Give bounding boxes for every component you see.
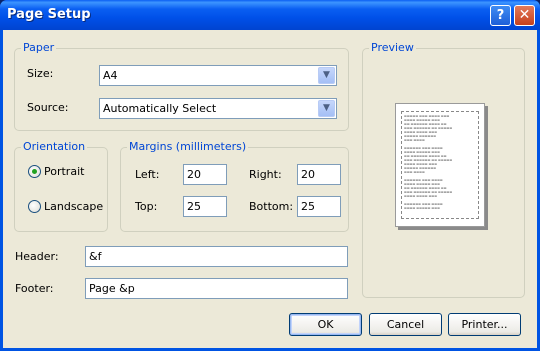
footer-label: Footer: [15,282,54,295]
page-setup-dialog: Page Setup ? ✕ Paper Size: A4 ▼ Source: … [0,0,540,351]
preview-page-content: ▬▬▬▬▬ ▬▬▬ ▬▬▬▬ ▬▬▬ ▬▬▬▬ ▬▬▬▬▬ ▬▬▬ ▬▬ ▬▬▬▬▬… [401,111,479,219]
size-label: Size: [27,67,54,80]
radio-selected-dot [32,169,37,174]
right-margin-label: Right: [249,168,282,181]
size-select[interactable]: A4 ▼ [99,65,337,86]
left-margin-input[interactable]: 20 [183,164,227,185]
landscape-radio[interactable] [28,200,41,213]
close-icon: ✕ [518,7,531,23]
portrait-radio[interactable] [28,165,41,178]
chevron-down-icon[interactable]: ▼ [318,100,335,117]
title-bar[interactable]: Page Setup ? ✕ [0,0,540,30]
left-margin-label: Left: [135,168,160,181]
chevron-down-icon[interactable]: ▼ [318,67,335,84]
margins-legend: Margins (millimeters) [127,140,249,153]
right-margin-input[interactable]: 20 [297,164,341,185]
size-select-value: A4 [103,69,118,82]
top-margin-input[interactable]: 25 [183,196,227,217]
bottom-margin-label: Bottom: [249,200,294,213]
paper-legend: Paper [21,41,57,54]
preview-page-thumbnail: ▬▬▬▬▬ ▬▬▬ ▬▬▬▬ ▬▬▬ ▬▬▬▬ ▬▬▬▬▬ ▬▬▬ ▬▬ ▬▬▬▬▬… [395,103,485,227]
header-input[interactable]: &f [85,246,348,267]
help-button[interactable]: ? [490,5,511,26]
orientation-group: Orientation [14,140,108,232]
landscape-label[interactable]: Landscape [44,200,103,213]
help-icon: ? [496,8,505,23]
cancel-button[interactable]: Cancel [369,313,442,336]
source-select-value: Automatically Select [103,102,217,115]
window-title: Page Setup [7,7,91,22]
margins-group: Margins (millimeters) [120,140,349,232]
footer-input[interactable]: Page &p [85,278,348,299]
source-label: Source: [27,101,69,114]
printer-button[interactable]: Printer... [448,313,521,336]
portrait-label[interactable]: Portrait [44,165,84,178]
ok-button[interactable]: OK [289,313,362,336]
bottom-margin-input[interactable]: 25 [297,196,341,217]
orientation-legend: Orientation [21,140,88,153]
source-select[interactable]: Automatically Select ▼ [99,98,337,119]
header-label: Header: [15,250,59,263]
close-button[interactable]: ✕ [514,5,535,26]
preview-legend: Preview [369,41,416,54]
top-margin-label: Top: [135,200,158,213]
